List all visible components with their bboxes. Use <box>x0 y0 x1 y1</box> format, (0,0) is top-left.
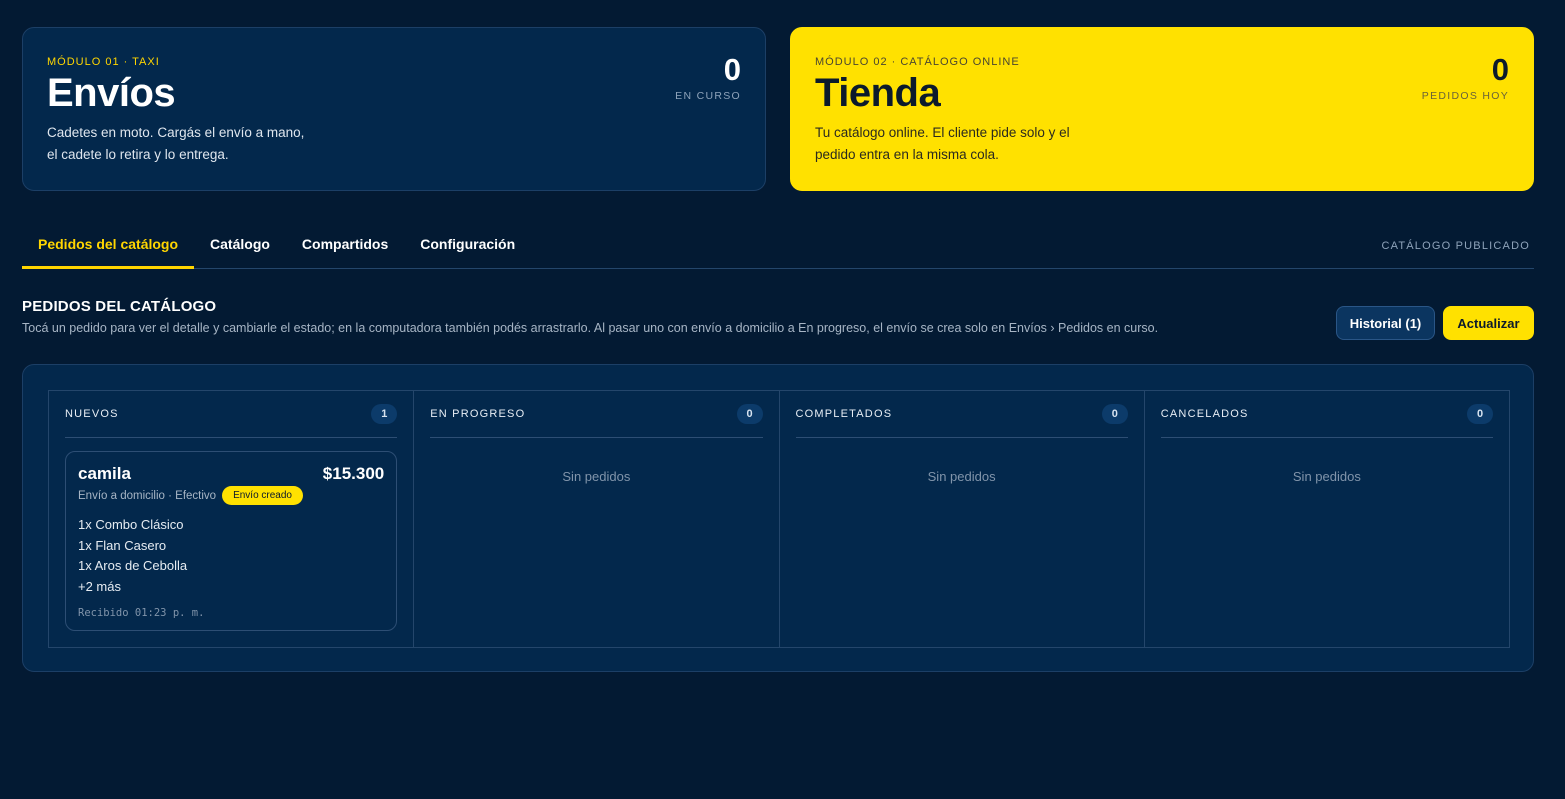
catalog-status: CATÁLOGO PUBLICADO <box>1381 240 1530 252</box>
column-completados[interactable]: COMPLETADOS 0 Sin pedidos <box>780 391 1145 647</box>
order-delivery-payment: Envío a domicilio · Efectivo <box>78 489 217 502</box>
column-header: EN PROGRESO 0 <box>430 391 763 438</box>
column-count-badge: 0 <box>1101 404 1128 424</box>
section-title: PEDIDOS DEL CATÁLOGO <box>22 298 217 315</box>
column-header: COMPLETADOS 0 <box>795 391 1128 438</box>
module-kicker: MÓDULO 02 · CATÁLOGO ONLINE <box>815 56 1020 68</box>
column-count-badge: 0 <box>1467 404 1493 424</box>
order-received-time: Recibido 01:23 p. m. <box>78 607 205 619</box>
list-item: 1x Aros de Cebolla <box>78 558 188 573</box>
counter-label: PEDIDOS HOY <box>1421 90 1509 102</box>
list-item: 1x Flan Casero <box>78 537 167 553</box>
column-cancelados[interactable]: CANCELADOS 0 Sin pedidos <box>1145 391 1509 647</box>
column-header: NUEVOS 1 <box>65 391 398 438</box>
tab-configuracion[interactable]: Configuración <box>404 224 531 269</box>
list-item: 1x Combo Clásico <box>78 517 184 532</box>
status-badge: Envío creado <box>222 486 303 505</box>
board-container: NUEVOS 1 camila $15.300 Envío a domicili… <box>22 364 1534 672</box>
module-card-tienda[interactable]: MÓDULO 02 · CATÁLOGO ONLINE Tienda Tu ca… <box>790 27 1534 191</box>
counter-label: EN CURSO <box>675 90 741 102</box>
section-description: Tocá un pedido para ver el detalle y cam… <box>22 321 1159 335</box>
history-button[interactable]: Historial (1) <box>1336 306 1435 340</box>
tab-compartidos[interactable]: Compartidos <box>286 224 404 269</box>
order-card[interactable]: camila $15.300 Envío a domicilio · Efect… <box>65 451 398 631</box>
module-card-envios[interactable]: MÓDULO 01 · TAXI Envíos Cadetes en moto.… <box>22 27 766 191</box>
tab-catalogo[interactable]: Catálogo <box>194 224 286 269</box>
column-count-badge: 1 <box>371 404 398 424</box>
module-kicker: MÓDULO 01 · TAXI <box>47 56 160 68</box>
module-description: Cadetes en moto. Cargás el envío a mano,… <box>47 125 305 162</box>
column-title: EN PROGRESO <box>430 408 526 420</box>
column-count-badge: 0 <box>736 404 763 424</box>
tab-pedidos-catalogo[interactable]: Pedidos del catálogo <box>22 224 195 269</box>
tienda-counter: 0 PEDIDOS HOY <box>1422 54 1509 102</box>
tab-bar: Pedidos del catálogo Catálogo Compartido… <box>22 224 1534 269</box>
kanban-board: NUEVOS 1 camila $15.300 Envío a domicili… <box>48 390 1510 648</box>
module-title: Tienda <box>815 71 941 115</box>
module-description: Tu catálogo online. El cliente pide solo… <box>815 125 1070 162</box>
order-meta: Envío a domicilio · Efectivo Envío cread… <box>78 486 384 505</box>
refresh-button[interactable]: Actualizar <box>1443 306 1534 340</box>
column-header: CANCELADOS 0 <box>1160 391 1493 438</box>
counter-value: 0 <box>723 52 741 87</box>
module-title: Envíos <box>47 71 176 115</box>
column-title: NUEVOS <box>65 408 119 420</box>
order-items: 1x Combo Clásico 1x Flan Casero 1x Aros … <box>78 515 384 597</box>
column-title: COMPLETADOS <box>795 408 893 420</box>
empty-state: Sin pedidos <box>927 469 996 484</box>
envios-counter: 0 EN CURSO <box>675 54 741 102</box>
column-nuevos[interactable]: NUEVOS 1 camila $15.300 Envío a domicili… <box>49 391 415 647</box>
column-title: CANCELADOS <box>1160 408 1249 420</box>
order-total: $15.300 <box>322 464 385 483</box>
empty-state: Sin pedidos <box>562 469 631 484</box>
empty-state: Sin pedidos <box>1292 469 1361 484</box>
list-item: +2 más <box>78 578 121 594</box>
counter-value: 0 <box>1491 52 1509 87</box>
column-en-progreso[interactable]: EN PROGRESO 0 Sin pedidos <box>414 391 780 647</box>
